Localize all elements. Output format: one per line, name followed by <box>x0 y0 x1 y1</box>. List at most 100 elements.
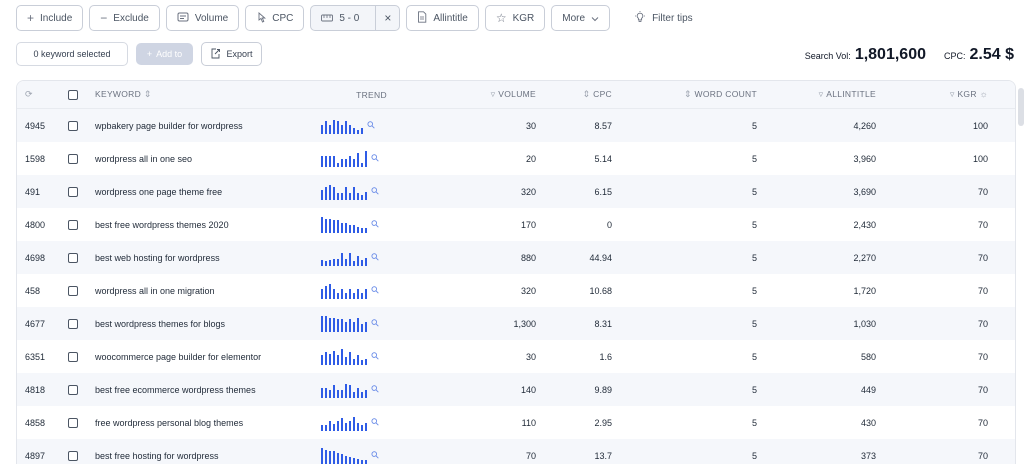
export-button[interactable]: Export <box>201 42 262 66</box>
filter-tips-link[interactable]: Filter tips <box>616 5 693 31</box>
table-row[interactable]: 4858 free wordpress personal blog themes ⚲… <box>17 406 1015 439</box>
keyword-cell[interactable]: wpbakery page builder for wordpress <box>89 121 321 131</box>
word-count-column-header[interactable]: ⇕ WORD COUNT <box>612 89 757 100</box>
vertical-scrollbar[interactable] <box>1018 88 1024 126</box>
keyword-cell[interactable]: wordpress one page theme free <box>89 187 321 197</box>
search-icon[interactable]: ⚲ <box>369 218 382 231</box>
filter-toolbar: + Include − Exclude Volume CPC 5 - 0 × A… <box>16 5 693 31</box>
row-checkbox[interactable] <box>68 285 78 296</box>
row-checkbox[interactable] <box>68 450 78 461</box>
trend-bar <box>341 318 343 332</box>
row-id: 4698 <box>25 252 46 263</box>
row-checkbox[interactable] <box>68 417 78 428</box>
range-label: 5 - 0 <box>339 12 360 24</box>
row-id: 4858 <box>25 417 46 428</box>
row-checkbox[interactable] <box>68 384 78 395</box>
allintitle-filter-button[interactable]: Allintitle <box>406 5 479 31</box>
keyword-cell[interactable]: woocommerce page builder for elementor <box>89 352 321 362</box>
trend-bar <box>337 318 339 332</box>
cpc-stat-label: CPC: <box>944 51 966 61</box>
table-row[interactable]: 4677 best wordpress themes for blogs ⚲ 1,30… <box>17 307 1015 340</box>
search-icon[interactable]: ⚲ <box>365 119 378 132</box>
table-row[interactable]: 458 wordpress all in one migration ⚲ 320 10.… <box>17 274 1015 307</box>
trend-bar <box>325 218 327 233</box>
trend-sparkline <box>321 184 367 200</box>
row-checkbox[interactable] <box>68 318 78 329</box>
sort-icon[interactable]: ⇕ <box>144 89 152 99</box>
plus-icon: + <box>27 11 35 25</box>
word-count-range-filter[interactable]: 5 - 0 × <box>310 5 401 31</box>
table-row[interactable]: 491 wordpress one page theme free ⚲ 320 6.15… <box>17 175 1015 208</box>
keyword-cell[interactable]: free wordpress personal blog themes <box>89 418 321 428</box>
search-icon[interactable]: ⚲ <box>369 251 382 264</box>
table-row[interactable]: 4800 best free wordpress themes 2020 ⚲ 170 0… <box>17 208 1015 241</box>
trend-bar <box>353 224 355 233</box>
refresh-column-header[interactable]: ⟳ <box>17 89 57 100</box>
row-checkbox[interactable] <box>68 252 78 263</box>
trend-bar <box>325 449 327 464</box>
row-id: 458 <box>25 285 41 296</box>
range-value[interactable]: 5 - 0 <box>311 6 369 30</box>
row-checkbox[interactable] <box>68 120 78 131</box>
trend-bar <box>333 317 335 332</box>
kgr-filter-button[interactable]: ☆ KGR <box>484 5 546 31</box>
trend-bar <box>357 317 359 332</box>
include-filter-button[interactable]: + Include <box>16 5 84 31</box>
allintitle-column-header[interactable]: ▿ ALLINTITLE <box>757 89 876 100</box>
clear-range-icon[interactable]: × <box>375 6 399 30</box>
exclude-filter-button[interactable]: − Exclude <box>89 5 160 31</box>
lightbulb-icon[interactable]: ☼ <box>979 89 988 99</box>
table-row[interactable]: 6351 woocommerce page builder for element… <box>17 340 1015 373</box>
row-checkbox[interactable] <box>68 153 78 164</box>
trend-bar <box>341 192 343 200</box>
volume-column-header[interactable]: ▿ VOLUME <box>446 89 536 100</box>
keyword-cell[interactable]: best free ecommerce wordpress themes <box>89 385 321 395</box>
row-checkbox-cell <box>57 252 89 263</box>
trend-bar <box>329 389 331 398</box>
search-icon[interactable]: ⚲ <box>369 449 382 462</box>
row-checkbox[interactable] <box>68 219 78 230</box>
keyword-cell[interactable]: wordpress all in one seo <box>89 154 321 164</box>
kgr-cell: 70 <box>977 351 988 362</box>
cpc-column-header[interactable]: ⇕ CPC <box>536 89 612 100</box>
keyword-cell[interactable]: best free hosting for wordpress <box>89 451 321 461</box>
search-icon[interactable]: ⚲ <box>369 350 382 363</box>
trend-bar <box>365 150 367 167</box>
cpc-filter-button[interactable]: CPC <box>245 5 305 31</box>
row-checkbox-cell <box>57 120 89 131</box>
select-all-checkbox[interactable] <box>68 89 78 100</box>
trend-bar <box>325 260 327 266</box>
trend-bar <box>357 458 359 464</box>
table-row[interactable]: 1598 wordpress all in one seo ⚲ 20 5.14 5 3,96… <box>17 142 1015 175</box>
refresh-icon[interactable]: ⟳ <box>25 89 33 99</box>
table-row[interactable]: 4945 wpbakery page builder for wordpress ⚲… <box>17 109 1015 142</box>
trend-sparkline <box>321 283 367 299</box>
search-icon[interactable]: ⚲ <box>369 185 382 198</box>
keyword-cell[interactable]: wordpress all in one migration <box>89 286 321 296</box>
keyword-column-header[interactable]: KEYWORD ⇕ <box>89 89 321 100</box>
kgr-cell: 70 <box>977 318 988 329</box>
cpc-stat-value: 2.54 $ <box>969 46 1014 63</box>
table-row[interactable]: 4698 best web hosting for wordpress ⚲ 880 44… <box>17 241 1015 274</box>
row-checkbox[interactable] <box>68 186 78 197</box>
kgr-column-header[interactable]: ▿ KGR ☼ <box>876 89 988 100</box>
keyword-cell[interactable]: best web hosting for wordpress <box>89 253 321 263</box>
trend-bar <box>321 189 323 200</box>
more-filters-button[interactable]: More <box>551 5 611 31</box>
search-icon[interactable]: ⚲ <box>369 383 382 396</box>
table-row[interactable]: 4818 best free ecommerce wordpress themes… <box>17 373 1015 406</box>
add-to-button[interactable]: + Add to <box>136 43 193 65</box>
row-checkbox[interactable] <box>68 351 78 362</box>
search-icon[interactable]: ⚲ <box>369 416 382 429</box>
keyword-cell[interactable]: best free wordpress themes 2020 <box>89 220 321 230</box>
table-row[interactable]: 4897 best free hosting for wordpress ⚲ 70 13… <box>17 439 1015 464</box>
volume-filter-button[interactable]: Volume <box>165 5 240 31</box>
trend-bar <box>333 155 335 167</box>
search-icon[interactable]: ⚲ <box>369 317 382 330</box>
trend-sparkline <box>321 150 367 167</box>
keyword-cell[interactable]: best wordpress themes for blogs <box>89 319 321 329</box>
word-count-cell: 5 <box>751 120 757 131</box>
trend-bar <box>353 391 355 398</box>
search-icon[interactable]: ⚲ <box>369 284 382 297</box>
search-icon[interactable]: ⚲ <box>369 152 382 165</box>
